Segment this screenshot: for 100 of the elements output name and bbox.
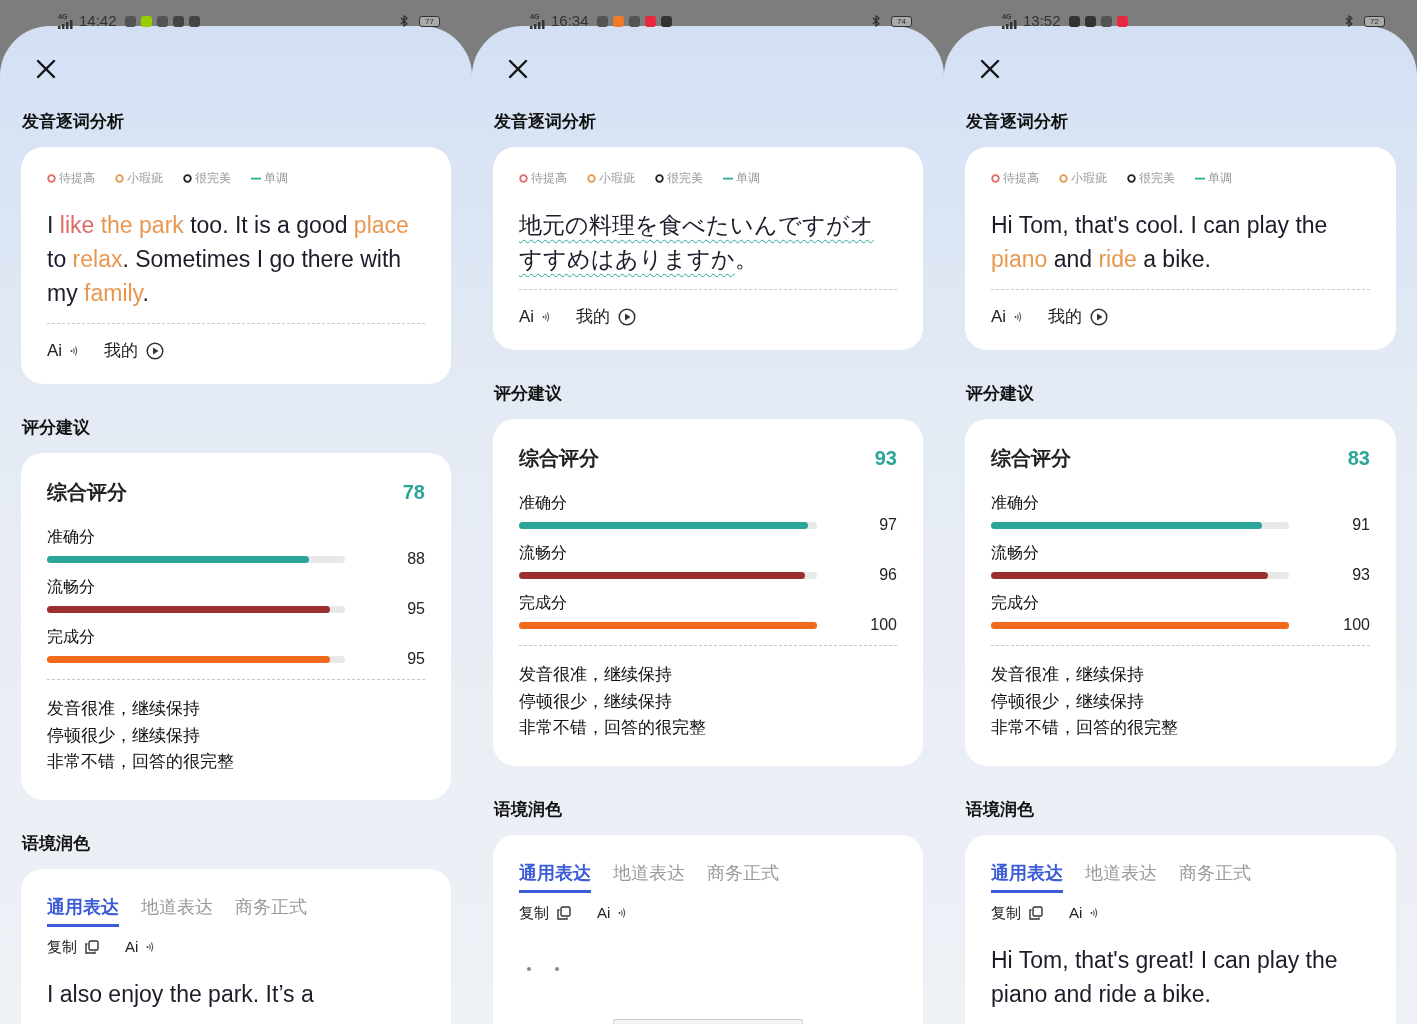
- close-icon: [979, 57, 1001, 80]
- section-title: 评分建议: [494, 383, 563, 405]
- sound-wave-icon: [542, 311, 551, 323]
- signal-icon: [530, 20, 546, 29]
- close-icon: [35, 57, 57, 80]
- bluetooth-icon: [400, 15, 409, 27]
- legend-label: 待提高: [531, 171, 567, 185]
- section-title: 语境润色: [22, 832, 91, 855]
- my-recording-button[interactable]: 我的: [1048, 306, 1109, 328]
- play-icon: [1090, 308, 1109, 326]
- copy-button[interactable]: 复制: [47, 936, 99, 957]
- sound-wave-icon: [70, 345, 79, 357]
- section-title: 评分建议: [22, 417, 91, 439]
- metric-score: 88: [407, 549, 425, 569]
- sentence-text: 地元の料理を食べたいんですがオすすめはありますか。: [519, 211, 875, 274]
- battery-indicator: 74: [891, 15, 912, 27]
- feedback-text: 非常不错，回答的很完整: [991, 717, 1179, 739]
- feedback-text: 停顿很少，继续保持: [47, 724, 201, 747]
- legend-label: 待提高: [59, 171, 95, 185]
- style-tab[interactable]: 通用表达: [991, 860, 1063, 893]
- metric-score: 100: [870, 615, 897, 635]
- ai-audio-button[interactable]: Ai: [47, 340, 79, 362]
- battery-indicator: 72: [1364, 15, 1385, 27]
- copy-button[interactable]: 复制: [991, 902, 1043, 923]
- polished-text: I also enjoy the park. It’s a: [47, 979, 315, 1009]
- copy-icon: [85, 939, 99, 954]
- style-tab[interactable]: 通用表达: [519, 860, 591, 893]
- total-score-value: 78: [402, 480, 425, 505]
- feedback-text: 停顿很少，继续保持: [991, 690, 1145, 713]
- feedback-text: 停顿很少，继续保持: [519, 690, 673, 713]
- metric-label: 准确分: [47, 527, 96, 547]
- metric-label: 准确分: [519, 493, 568, 513]
- my-recording-button[interactable]: 我的: [576, 306, 637, 328]
- metric-score: 91: [1352, 515, 1370, 535]
- copy-icon: [1029, 905, 1043, 920]
- total-score-value: 93: [874, 446, 897, 471]
- sentence-text: Hi Tom, that's cool. I can play the piano and ride a bike.: [991, 211, 1329, 274]
- bluetooth-icon: [872, 15, 881, 27]
- metric-label: 完成分: [519, 593, 568, 613]
- ai-audio-button[interactable]: Ai: [125, 936, 155, 957]
- total-score-label: 综合评分: [991, 446, 1071, 471]
- metric-score: 96: [879, 565, 897, 585]
- section-title: 发音逐词分析: [22, 111, 125, 133]
- legend-label: 很完美: [195, 171, 231, 185]
- section-title: 发音逐词分析: [966, 111, 1069, 133]
- legend-label: 单调: [1208, 171, 1232, 185]
- signal-icon: [1002, 20, 1018, 29]
- section-title: 语境润色: [966, 798, 1035, 821]
- status-time: 13:52: [1023, 10, 1061, 31]
- battery-indicator: 77: [419, 15, 440, 27]
- legend-label: 小瑕疵: [1071, 171, 1107, 185]
- ai-audio-button[interactable]: Ai: [1069, 902, 1099, 923]
- metric-score: 93: [1352, 565, 1370, 585]
- total-score-value: 83: [1347, 446, 1370, 471]
- total-score-label: 综合评分: [519, 446, 599, 471]
- copy-button[interactable]: 复制: [519, 902, 571, 923]
- metric-label: 流畅分: [519, 543, 568, 563]
- legend-label: 很完美: [667, 171, 703, 185]
- legend-label: 待提高: [1003, 171, 1039, 185]
- metric-score: 95: [407, 649, 425, 669]
- sound-wave-icon: [146, 940, 155, 953]
- close-icon: [507, 57, 529, 80]
- section-title: 发音逐词分析: [494, 111, 597, 133]
- legend-label: 很完美: [1139, 171, 1175, 185]
- status-time: 16:34: [551, 10, 589, 31]
- metric-label: 流畅分: [47, 577, 96, 597]
- sound-wave-icon: [1090, 906, 1099, 919]
- metric-label: 完成分: [47, 627, 96, 647]
- feedback-text: 发音很准，继续保持: [47, 698, 201, 720]
- play-icon: [618, 308, 637, 326]
- total-score-label: 综合评分: [47, 480, 127, 505]
- bluetooth-icon: [1345, 15, 1354, 27]
- polished-text: Hi Tom, that's great! I can play the piano and ride a bike.: [991, 945, 1339, 1009]
- section-title: 评分建议: [966, 383, 1035, 405]
- feedback-text: 发音很准，继续保持: [519, 664, 673, 686]
- style-tab[interactable]: 通用表达: [47, 894, 119, 927]
- metric-score: 100: [1343, 615, 1370, 635]
- feedback-text: 非常不错，回答的很完整: [519, 717, 707, 739]
- legend-label: 单调: [264, 171, 288, 185]
- sound-wave-icon: [618, 906, 627, 919]
- copy-icon: [557, 905, 571, 920]
- signal-icon: [58, 20, 74, 29]
- legend-label: 单调: [736, 171, 760, 185]
- ai-audio-button[interactable]: Ai: [519, 306, 551, 328]
- ai-audio-button[interactable]: Ai: [597, 902, 627, 923]
- legend-label: 小瑕疵: [599, 171, 635, 185]
- section-title: 语境润色: [494, 798, 563, 821]
- metric-label: 完成分: [991, 593, 1040, 613]
- metric-score: 95: [407, 599, 425, 619]
- feedback-text: 发音很准，继续保持: [991, 664, 1145, 686]
- my-recording-button[interactable]: 我的: [104, 340, 165, 362]
- sentence-text: I like the park too. It is a good place to relax. Sometimes I go there with my family.: [47, 211, 410, 308]
- legend-label: 小瑕疵: [127, 171, 163, 185]
- metric-score: 97: [879, 515, 897, 535]
- feedback-text: 非常不错，回答的很完整: [47, 751, 235, 773]
- loading-dots-icon: [527, 966, 559, 971]
- status-time: 14:42: [79, 10, 117, 31]
- metric-label: 流畅分: [991, 543, 1040, 563]
- sound-wave-icon: [1014, 311, 1023, 323]
- ai-audio-button[interactable]: Ai: [991, 306, 1023, 328]
